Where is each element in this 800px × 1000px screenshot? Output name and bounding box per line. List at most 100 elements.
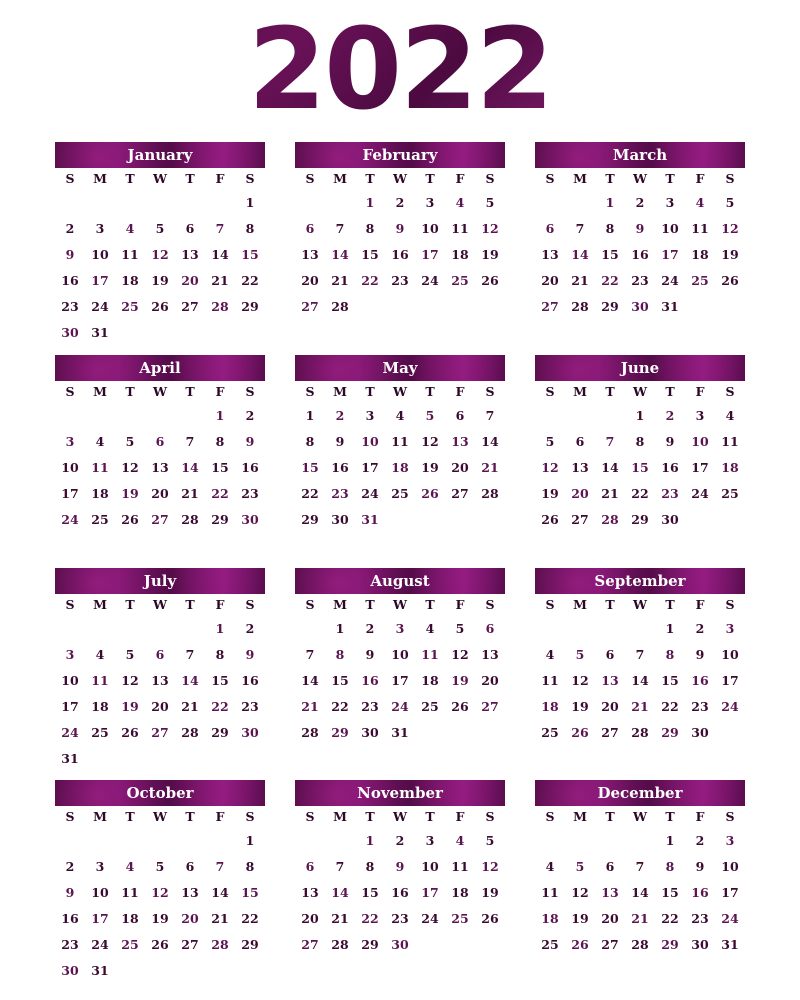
day-cell: 15 (361, 247, 379, 262)
day-cell: 23 (391, 273, 409, 288)
day-cell: 1 (245, 195, 255, 210)
day-cell: 13 (601, 885, 619, 900)
weekday-label: S (65, 597, 75, 612)
day-cell: 12 (721, 221, 739, 236)
empty-day (565, 828, 595, 854)
week-row: 1 2 3 4 5 6 (295, 616, 505, 642)
day-cell: 2 (65, 859, 75, 874)
day-cell: 16 (361, 673, 379, 688)
weekday-label: W (152, 384, 168, 399)
day-cell: 31 (361, 512, 379, 527)
day-cell: 7 (305, 647, 315, 662)
day-cell: 6 (305, 859, 315, 874)
week-row: 19 20 21 22 23 24 25 (535, 481, 745, 507)
day-cell: 16 (241, 673, 259, 688)
day-cell: 26 (151, 937, 169, 952)
week-row: 1 2 3 (535, 828, 745, 854)
day-cell: 2 (395, 195, 405, 210)
day-cell: 26 (421, 486, 439, 501)
day-cell: 22 (601, 273, 619, 288)
month-header: August (295, 568, 505, 594)
month-header: April (55, 355, 265, 381)
day-cell: 26 (571, 725, 589, 740)
day-cell: 3 (65, 647, 75, 662)
day-cell: 20 (451, 460, 469, 475)
week-row: 11 12 13 14 15 16 17 (535, 880, 745, 906)
weekday-row: SMTWTFS (55, 168, 265, 190)
empty-day (55, 403, 85, 429)
day-cell: 23 (61, 299, 79, 314)
day-cell: 19 (121, 486, 139, 501)
day-cell: 1 (635, 408, 645, 423)
week-row: 8 9 10 11 12 13 14 (295, 429, 505, 455)
weekday-label: M (573, 809, 587, 824)
day-cell: 15 (331, 673, 349, 688)
month-header: March (535, 142, 745, 168)
day-cell: 2 (635, 195, 645, 210)
week-row: 14 15 16 17 18 19 20 (295, 668, 505, 694)
weekday-label: S (725, 171, 735, 186)
day-cell: 12 (121, 460, 139, 475)
day-cell: 21 (211, 911, 229, 926)
empty-day (295, 616, 325, 642)
day-cell: 2 (665, 408, 675, 423)
day-cell: 8 (305, 434, 315, 449)
weekday-label: W (632, 597, 648, 612)
day-cell: 1 (605, 195, 615, 210)
week-row: 11 12 13 14 15 16 17 (535, 668, 745, 694)
day-cell: 16 (391, 247, 409, 262)
month-header: February (295, 142, 505, 168)
empty-day (475, 932, 505, 958)
empty-day (175, 616, 205, 642)
empty-day (445, 720, 475, 746)
day-cell: 5 (485, 195, 495, 210)
day-cell: 4 (95, 434, 105, 449)
day-cell: 7 (335, 221, 345, 236)
empty-day (565, 403, 595, 429)
day-cell: 5 (575, 647, 585, 662)
day-cell: 20 (571, 486, 589, 501)
day-cell: 13 (181, 885, 199, 900)
month-november: November S M T W T F S 1 2 3 4 5 6 7 8 9 10 11 12 13 14 15 16 17… (295, 780, 505, 958)
day-cell: 22 (301, 486, 319, 501)
empty-day (475, 720, 505, 746)
weekday-label: T (365, 384, 375, 399)
weekday-label: M (93, 171, 107, 186)
day-cell: 20 (151, 486, 169, 501)
day-cell: 19 (481, 885, 499, 900)
day-cell: 21 (301, 699, 319, 714)
weekday-label: F (215, 809, 225, 824)
empty-day (535, 616, 565, 642)
day-cell: 28 (181, 512, 199, 527)
empty-day (715, 507, 745, 533)
day-cell: 2 (65, 221, 75, 236)
day-cell: 10 (421, 221, 439, 236)
day-cell: 17 (421, 247, 439, 262)
weekday-label: T (125, 171, 135, 186)
day-cell: 29 (661, 725, 679, 740)
empty-day (205, 190, 235, 216)
week-row: 22 23 24 25 26 27 28 (295, 481, 505, 507)
weekday-label: S (305, 384, 315, 399)
weekday-label: S (545, 597, 555, 612)
day-cell: 23 (61, 937, 79, 952)
empty-day (115, 958, 145, 984)
day-cell: 20 (301, 273, 319, 288)
month-february: February S M T W T F S 1 2 3 4 5 6 7 8 9 10 11 12 13 14 15 16 17… (295, 142, 505, 320)
day-cell: 22 (361, 911, 379, 926)
week-row: 20 21 22 23 24 25 26 (295, 268, 505, 294)
day-cell: 18 (721, 460, 739, 475)
day-cell: 13 (541, 247, 559, 262)
day-cell: 5 (125, 434, 135, 449)
week-row: 27 28 (295, 294, 505, 320)
day-cell: 23 (691, 699, 709, 714)
day-cell: 19 (121, 699, 139, 714)
weekday-label: S (485, 809, 495, 824)
weekday-label: S (725, 384, 735, 399)
day-cell: 30 (331, 512, 349, 527)
week-row: 4 5 6 7 8 9 10 (535, 642, 745, 668)
weekday-row: SMTWTFS (55, 381, 265, 403)
month-header: October (55, 780, 265, 806)
day-cell: 7 (575, 221, 585, 236)
day-cell: 11 (721, 434, 739, 449)
